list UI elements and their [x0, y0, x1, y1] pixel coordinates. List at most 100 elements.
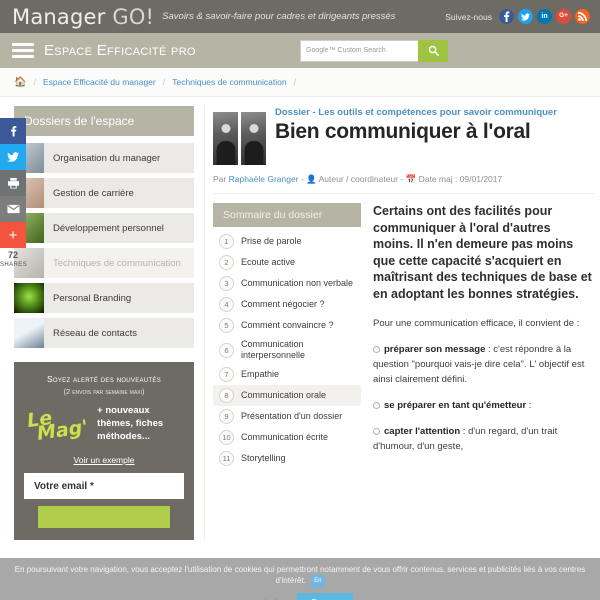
toc-item-6[interactable]: 6 Communication interpersonnelle	[213, 336, 361, 364]
article-main: Dossier - Les outils et compétences pour…	[204, 106, 600, 540]
toc-label: Communication non verbale	[241, 278, 354, 288]
newsletter-promo: Le Mag' + nouveaux thèmes, fiches méthod…	[24, 404, 184, 444]
toc-number: 8	[219, 388, 234, 403]
toc-item-8[interactable]: 8 Communication orale	[213, 385, 361, 406]
burger-line-2	[12, 49, 34, 52]
sidebar-item-techniques-communication[interactable]: Techniques de communication	[14, 248, 194, 278]
toc-number: 4	[219, 297, 234, 312]
share-print-button[interactable]	[0, 170, 26, 196]
toc-item-4[interactable]: 4 Comment négocier ?	[213, 294, 361, 315]
follow-us-label: Suivez-nous	[445, 11, 492, 22]
page-title: Bien communiquer à l'oral	[275, 120, 531, 143]
sidebar-item-label: Réseau de contacts	[53, 327, 137, 339]
sidebar-item-label: Développement personnel	[53, 222, 164, 234]
article-lede: Certains ont des facilités pour communiq…	[373, 204, 592, 301]
search-button[interactable]	[418, 39, 448, 62]
toc-item-1[interactable]: 1 Prise de parole	[213, 231, 361, 252]
toc-item-11[interactable]: 11 Storytelling	[213, 448, 361, 469]
calendar-icon: 📅	[405, 174, 417, 184]
cookie-close-button[interactable]: Fermer	[297, 593, 353, 600]
article-byline: Par Raphaële Granger - 👤 Auteur / coordi…	[213, 165, 594, 194]
folder-thumbnail	[14, 318, 44, 348]
toc-item-5[interactable]: 5 Comment convaincre ?	[213, 315, 361, 336]
article-bullet-1: préparer son message : c'est répondre à …	[373, 342, 594, 387]
article-columns: Sommaire du dossier 1 Prise de parole 2 …	[213, 203, 594, 469]
toc-number: 1	[219, 234, 234, 249]
newsletter-submit-button[interactable]	[38, 506, 170, 528]
breadcrumb-item-1[interactable]: Techniques de communication	[172, 77, 286, 87]
site-tagline: Savoirs & savoir-faire pour cadres et di…	[162, 10, 396, 22]
site-logo[interactable]: Manager GO!	[12, 5, 154, 29]
toc-label: Comment convaincre ?	[241, 320, 334, 330]
toc-label: Prise de parole	[241, 236, 302, 246]
share-twitter-button[interactable]	[0, 144, 26, 170]
share-more-button[interactable]: +	[0, 222, 26, 248]
search-box: Google™ Custom Search	[300, 39, 448, 62]
breadcrumb-separator-1: /	[162, 77, 166, 87]
article-author[interactable]: Raphaële Granger	[229, 174, 299, 184]
article-date: Date maj : 09/01/2017	[418, 174, 503, 184]
linkedin-icon[interactable]: in	[537, 9, 552, 24]
toc-item-9[interactable]: 9 Présentation d'un dossier	[213, 406, 361, 427]
toc-number: 3	[219, 276, 234, 291]
sidebar-item-personal-branding[interactable]: Personal Branding	[14, 283, 194, 313]
breadcrumb-separator-0: /	[33, 77, 36, 87]
sidebar-item-label: Gestion de carrière	[53, 187, 134, 199]
article-body: Certains ont des facilités pour communiq…	[371, 203, 594, 469]
user-icon: 👤	[306, 174, 317, 184]
toc-item-2[interactable]: 2 Ecoute active	[213, 252, 361, 273]
article-thumbnails	[213, 106, 266, 165]
rss-icon[interactable]	[575, 9, 590, 24]
cookie-text-wrap: En poursuivant votre navigation, vous ac…	[0, 564, 600, 588]
search-input[interactable]: Google™ Custom Search	[300, 39, 418, 62]
sidebar-item-reseau-contacts[interactable]: Réseau de contacts	[14, 318, 194, 348]
facebook-icon[interactable]	[499, 9, 514, 24]
article-intro: Pour une communication efficace, il conv…	[373, 318, 580, 329]
cookie-language-badge[interactable]: En	[311, 575, 325, 588]
linkedin-glyph: in	[541, 13, 548, 20]
toc-item-10[interactable]: 10 Communication écrite	[213, 427, 361, 448]
toc-number: 7	[219, 367, 234, 382]
toc-item-7[interactable]: 7 Empathie	[213, 364, 361, 385]
twitter-icon[interactable]	[518, 9, 533, 24]
toc-label: Storytelling	[241, 453, 286, 463]
article-header: Dossier - Les outils et compétences pour…	[213, 106, 594, 165]
toc-label: Empathie	[241, 369, 280, 379]
social-share-rail: + 72 SHARES	[0, 118, 27, 270]
sidebar-item-developpement[interactable]: Développement personnel	[14, 213, 194, 243]
bullet-strong: se préparer en tant qu'émetteur	[384, 400, 527, 411]
bullet-strong: préparer son message	[384, 344, 486, 355]
cookie-banner: En poursuivant votre navigation, vous ac…	[0, 558, 600, 600]
sidebar-item-organisation[interactable]: Organisation du manager	[14, 143, 194, 173]
share-facebook-button[interactable]	[0, 118, 26, 144]
folder-thumbnail	[14, 283, 44, 313]
article-role: Auteur / coordinateur	[318, 174, 399, 184]
toc-number: 5	[219, 318, 234, 333]
byline-dash-2: -	[400, 174, 404, 184]
left-sidebar: Dossiers de l'espace Organisation du man…	[0, 106, 200, 540]
newsletter-email-input[interactable]: Votre email *	[24, 473, 184, 499]
breadcrumb-item-0[interactable]: Espace Efficacité du manager	[43, 77, 156, 87]
bullet-text: :	[526, 400, 532, 411]
home-icon[interactable]: 🏠	[14, 77, 26, 88]
sidebar-item-label: Personal Branding	[53, 292, 132, 304]
printer-icon	[7, 177, 19, 189]
hamburger-menu-icon[interactable]	[12, 40, 34, 61]
plus-icon: +	[8, 226, 18, 244]
sidebar-item-carriere[interactable]: Gestion de carrière	[14, 178, 194, 208]
google-plus-icon[interactable]: G+	[556, 9, 571, 24]
article-bullet-2: se préparer en tant qu'émetteur :	[373, 398, 594, 413]
dossier-link[interactable]: Dossier - Les outils et compétences pour…	[275, 106, 594, 119]
toc-label: Communication orale	[241, 390, 327, 400]
toc-label: Présentation d'un dossier	[241, 411, 343, 421]
toc-item-3[interactable]: 3 Communication non verbale	[213, 273, 361, 294]
article-photo-1	[213, 112, 238, 165]
content-area: Dossiers de l'espace Organisation du man…	[0, 97, 600, 540]
sidebar-item-label: Organisation du manager	[53, 152, 161, 164]
share-email-button[interactable]	[0, 196, 26, 222]
toc-label: Communication écrite	[241, 432, 329, 442]
byline-prefix: Par	[213, 174, 227, 184]
newsletter-example-link[interactable]: Voir un exemple	[24, 455, 184, 465]
facebook-icon	[10, 126, 16, 137]
page-root: Manager GO! Savoirs & savoir-faire pour …	[0, 0, 600, 600]
